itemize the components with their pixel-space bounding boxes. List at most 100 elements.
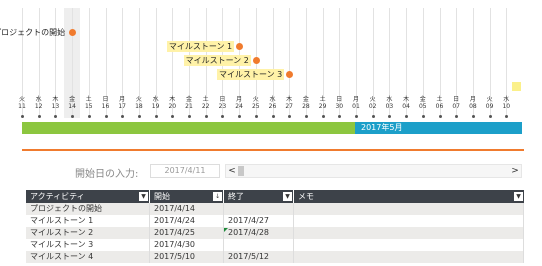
- milestone-label[interactable]: マイルストーン 2: [183, 55, 251, 66]
- cell-activity[interactable]: マイルストーン 4: [26, 251, 150, 263]
- weekday-label: 火: [135, 96, 142, 103]
- weekday-label: 日: [336, 96, 343, 103]
- cell-memo[interactable]: [294, 227, 524, 239]
- cell-start[interactable]: 2017/4/30: [150, 239, 224, 251]
- cell-end[interactable]: 2017/4/28: [224, 227, 294, 239]
- cell-start[interactable]: 2017/5/10: [150, 251, 224, 263]
- scroll-thumb[interactable]: [238, 166, 244, 176]
- weekday-label: 土: [85, 96, 92, 103]
- day-label: 月 01: [348, 96, 364, 110]
- milestone-label[interactable]: プロジェクトの開始: [0, 27, 67, 38]
- cell-memo[interactable]: [294, 203, 524, 215]
- date-label: 13: [51, 103, 60, 110]
- scroll-right-arrow-icon[interactable]: >: [509, 165, 521, 177]
- weekday-label: 木: [286, 96, 293, 103]
- table-row[interactable]: マイルストーン 4 2017/5/10 2017/5/12: [26, 251, 524, 263]
- header-start-label: 開始: [154, 192, 170, 201]
- cell-start[interactable]: 2017/4/25: [150, 227, 224, 239]
- day-label: 日 07: [448, 96, 464, 110]
- sort-ascending-icon[interactable]: ↓: [213, 192, 222, 201]
- weekday-label: 日: [102, 96, 109, 103]
- start-date-input[interactable]: 2017/4/11: [150, 164, 220, 178]
- cell-end[interactable]: 2017/5/12: [224, 251, 294, 263]
- cell-activity[interactable]: マイルストーン 1: [26, 215, 150, 227]
- day-tick: [54, 115, 58, 118]
- weekday-label: 日: [453, 96, 460, 103]
- date-label: 30: [335, 103, 344, 110]
- section-separator: [22, 149, 524, 151]
- cell-end[interactable]: [224, 203, 294, 215]
- weekday-label: 金: [419, 96, 426, 103]
- weekday-label: 水: [503, 96, 510, 103]
- weekday-label: 金: [69, 96, 76, 103]
- day-label: 火 09: [482, 96, 498, 110]
- date-label: 04: [402, 103, 410, 110]
- milestone-dot[interactable]: [252, 57, 260, 64]
- filter-dropdown-icon[interactable]: ▼: [514, 192, 523, 201]
- cell-start[interactable]: 2017/4/24: [150, 215, 224, 227]
- day-tick: [221, 115, 225, 118]
- cell-memo[interactable]: [294, 251, 524, 263]
- date-label: 19: [151, 103, 160, 110]
- day-tick: [388, 115, 392, 118]
- day-tick: [321, 115, 325, 118]
- date-label: 09: [485, 103, 494, 110]
- date-label: 23: [218, 103, 227, 110]
- day-tick: [271, 115, 275, 118]
- day-label: 日 30: [331, 96, 347, 110]
- activity-table: アクティビティ ▼ 開始 ↓ 終了 ▼ メモ ▼ プロジェクトの開始 2017/4…: [26, 190, 524, 263]
- day-tick: [238, 115, 242, 118]
- date-label: 01: [352, 103, 360, 110]
- cell-end[interactable]: [224, 239, 294, 251]
- day-tick: [254, 115, 258, 118]
- table-row[interactable]: プロジェクトの開始 2017/4/14: [26, 203, 524, 215]
- day-tick: [471, 115, 475, 118]
- cell-start[interactable]: 2017/4/14: [150, 203, 224, 215]
- cell-activity[interactable]: マイルストーン 2: [26, 227, 150, 239]
- date-label: 05: [418, 103, 427, 110]
- date-label: 14: [68, 103, 76, 110]
- timeline-scrollbar[interactable]: < >: [225, 164, 522, 178]
- day-tick: [421, 115, 425, 118]
- header-memo-label: メモ: [298, 192, 314, 201]
- weekday-label: 水: [269, 96, 276, 103]
- scroll-left-arrow-icon[interactable]: <: [226, 165, 238, 177]
- date-label: 27: [285, 103, 293, 110]
- header-activity[interactable]: アクティビティ ▼: [26, 190, 150, 203]
- cell-end[interactable]: 2017/4/27: [224, 215, 294, 227]
- cell-memo[interactable]: [294, 215, 524, 227]
- table-row[interactable]: マイルストーン 2 2017/4/25 2017/4/28: [26, 227, 524, 239]
- milestone-label[interactable]: マイルストーン 3: [216, 69, 285, 80]
- day-label: 火 11: [14, 96, 30, 110]
- milestone-dot[interactable]: [236, 43, 244, 50]
- day-tick: [21, 115, 24, 118]
- milestone-dot[interactable]: [286, 71, 294, 78]
- day-tick: [455, 115, 459, 118]
- header-memo[interactable]: メモ ▼: [294, 190, 524, 203]
- date-label: 03: [385, 103, 394, 110]
- table-row[interactable]: マイルストーン 1 2017/4/24 2017/4/27: [26, 215, 524, 227]
- cell-memo[interactable]: [294, 239, 524, 251]
- header-start[interactable]: 開始 ↓: [150, 190, 224, 203]
- day-tick: [104, 115, 108, 118]
- table-row[interactable]: マイルストーン 3 2017/4/30: [26, 239, 524, 251]
- header-end[interactable]: 終了 ▼: [224, 190, 294, 203]
- day-tick: [304, 115, 308, 118]
- day-tick: [188, 115, 191, 118]
- weekday-label: 日: [219, 96, 226, 103]
- april-bar: [22, 122, 355, 134]
- date-label: 16: [101, 103, 110, 110]
- day-tick: [288, 115, 292, 118]
- cell-activity[interactable]: プロジェクトの開始: [26, 203, 150, 215]
- date-label: 18: [135, 103, 143, 110]
- day-tick: [121, 115, 125, 118]
- weekday-label: 水: [386, 96, 393, 103]
- milestone-label[interactable]: マイルストーン 1: [166, 41, 235, 52]
- cell-activity[interactable]: マイルストーン 3: [26, 239, 150, 251]
- day-label: 木 13: [47, 96, 63, 110]
- day-label: 金 28: [298, 96, 314, 110]
- date-label: 12: [34, 103, 43, 110]
- filter-dropdown-icon[interactable]: ▼: [139, 192, 148, 201]
- filter-dropdown-icon[interactable]: ▼: [283, 192, 292, 201]
- date-label: 11: [18, 103, 26, 110]
